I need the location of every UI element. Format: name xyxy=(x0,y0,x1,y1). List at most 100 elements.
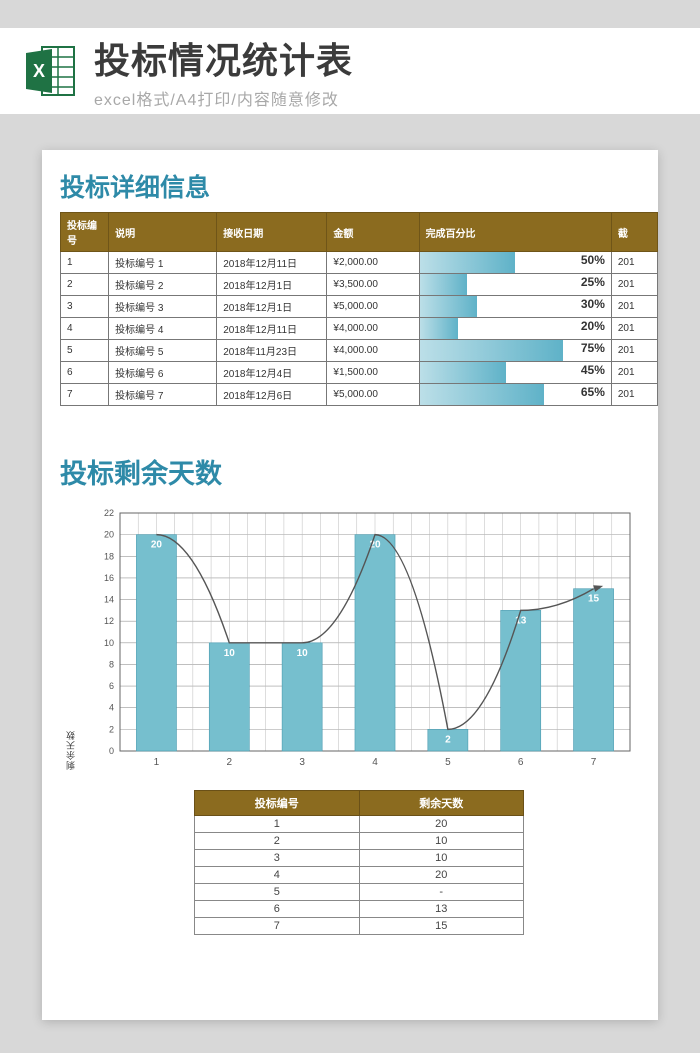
svg-text:6: 6 xyxy=(518,757,524,768)
table-cell: 投标编号 7 xyxy=(109,384,217,406)
svg-text:10: 10 xyxy=(297,648,309,659)
days-header-row: 投标编号 剩余天数 xyxy=(195,791,524,816)
percent-cell: 75% xyxy=(419,340,611,362)
percent-cell: 50% xyxy=(419,252,611,274)
table-cell: 投标编号 3 xyxy=(109,296,217,318)
col-header-pct: 完成百分比 xyxy=(419,213,611,252)
table-row: 5投标编号 52018年11月23日¥4,000.0075%201 xyxy=(61,340,658,362)
col-header-cut: 截 xyxy=(611,213,657,252)
days-col-header-days: 剩余天数 xyxy=(359,791,524,816)
percent-cell: 20% xyxy=(419,318,611,340)
table-row: 1投标编号 12018年12月11日¥2,000.0050%201 xyxy=(61,252,658,274)
table-row: 420 xyxy=(195,867,524,884)
table-row: 6投标编号 62018年12月4日¥1,500.0045%201 xyxy=(61,362,658,384)
svg-text:7: 7 xyxy=(591,757,597,768)
banner-subtitle: excel格式/A4打印/内容随意修改 xyxy=(94,86,700,110)
svg-text:16: 16 xyxy=(104,573,114,583)
percent-cell: 65% xyxy=(419,384,611,406)
svg-text:4: 4 xyxy=(109,703,114,713)
table-cell: 1 xyxy=(195,816,360,833)
table-cell: 5 xyxy=(61,340,109,362)
chart-y-axis-label: 剩余天数 xyxy=(64,730,77,770)
table-cell: 20 xyxy=(359,816,524,833)
detail-section-title: 投标详细信息 xyxy=(60,168,658,204)
svg-text:4: 4 xyxy=(372,757,378,768)
table-cell: 投标编号 6 xyxy=(109,362,217,384)
svg-text:12: 12 xyxy=(104,616,114,626)
table-cell: 2018年12月11日 xyxy=(217,252,327,274)
table-cell: 2018年12月1日 xyxy=(217,296,327,318)
table-cell: 7 xyxy=(61,384,109,406)
table-cell: 7 xyxy=(195,918,360,935)
svg-text:2: 2 xyxy=(109,724,114,734)
table-cell: 201 xyxy=(611,252,657,274)
table-cell: 投标编号 1 xyxy=(109,252,217,274)
table-row: 3投标编号 32018年12月1日¥5,000.0030%201 xyxy=(61,296,658,318)
svg-text:10: 10 xyxy=(104,638,114,648)
table-cell: 10 xyxy=(359,833,524,850)
svg-text:5: 5 xyxy=(445,757,451,768)
table-cell: 投标编号 4 xyxy=(109,318,217,340)
table-cell: 201 xyxy=(611,274,657,296)
table-row: 7投标编号 72018年12月6日¥5,000.0065%201 xyxy=(61,384,658,406)
svg-text:15: 15 xyxy=(588,594,600,605)
table-cell: 5 xyxy=(195,884,360,901)
table-cell: 1 xyxy=(61,252,109,274)
col-header-date: 接收日期 xyxy=(217,213,327,252)
col-header-amount: 金额 xyxy=(327,213,419,252)
svg-text:X: X xyxy=(33,61,45,81)
svg-text:6: 6 xyxy=(109,681,114,691)
table-cell: ¥5,000.00 xyxy=(327,296,419,318)
header-banner: X 投标情况统计表 excel格式/A4打印/内容随意修改 xyxy=(0,28,700,114)
svg-text:20: 20 xyxy=(151,540,163,551)
table-row: 715 xyxy=(195,918,524,935)
table-cell: 3 xyxy=(195,850,360,867)
table-cell: 6 xyxy=(61,362,109,384)
table-cell: 3 xyxy=(61,296,109,318)
table-cell: 2018年12月11日 xyxy=(217,318,327,340)
percent-cell: 30% xyxy=(419,296,611,318)
col-header-id: 投标编号 xyxy=(61,213,109,252)
svg-text:20: 20 xyxy=(104,530,114,540)
table-cell: 2018年12月1日 xyxy=(217,274,327,296)
svg-text:3: 3 xyxy=(299,757,305,768)
days-col-header-id: 投标编号 xyxy=(195,791,360,816)
table-cell: 20 xyxy=(359,867,524,884)
table-cell: ¥3,500.00 xyxy=(327,274,419,296)
table-cell: 2018年11月23日 xyxy=(217,340,327,362)
svg-text:2: 2 xyxy=(445,734,451,745)
detail-header-row: 投标编号 说明 接收日期 金额 完成百分比 截 xyxy=(61,213,658,252)
bar-chart: 024681012141618202220110210320425136157 xyxy=(80,505,640,780)
chart-section-title: 投标剩余天数 xyxy=(60,452,658,491)
table-cell: 201 xyxy=(611,296,657,318)
table-cell: - xyxy=(359,884,524,901)
remaining-days-table: 投标编号 剩余天数 1202103104205-613715 xyxy=(194,790,524,935)
table-cell: 2018年12月4日 xyxy=(217,362,327,384)
percent-cell: 25% xyxy=(419,274,611,296)
table-row: 4投标编号 42018年12月11日¥4,000.0020%201 xyxy=(61,318,658,340)
table-cell: 投标编号 5 xyxy=(109,340,217,362)
table-cell: 投标编号 2 xyxy=(109,274,217,296)
table-cell: ¥5,000.00 xyxy=(327,384,419,406)
table-cell: 201 xyxy=(611,340,657,362)
excel-icon: X xyxy=(22,43,78,99)
table-cell: 4 xyxy=(195,867,360,884)
svg-text:14: 14 xyxy=(104,595,114,605)
table-cell: 201 xyxy=(611,362,657,384)
table-cell: 2018年12月6日 xyxy=(217,384,327,406)
percent-cell: 45% xyxy=(419,362,611,384)
table-cell: ¥4,000.00 xyxy=(327,340,419,362)
worksheet-page: 投标详细信息 投标编号 说明 接收日期 金额 完成百分比 截 1投标编号 120… xyxy=(42,150,658,1020)
svg-text:22: 22 xyxy=(104,508,114,518)
table-cell: 2 xyxy=(61,274,109,296)
svg-text:10: 10 xyxy=(224,648,236,659)
table-cell: ¥1,500.00 xyxy=(327,362,419,384)
svg-text:18: 18 xyxy=(104,551,114,561)
table-row: 2投标编号 22018年12月1日¥3,500.0025%201 xyxy=(61,274,658,296)
table-cell: 6 xyxy=(195,901,360,918)
svg-text:2: 2 xyxy=(227,757,233,768)
table-cell: 10 xyxy=(359,850,524,867)
chart-svg: 024681012141618202220110210320425136157 xyxy=(80,505,640,775)
svg-text:0: 0 xyxy=(109,746,114,756)
col-header-desc: 说明 xyxy=(109,213,217,252)
